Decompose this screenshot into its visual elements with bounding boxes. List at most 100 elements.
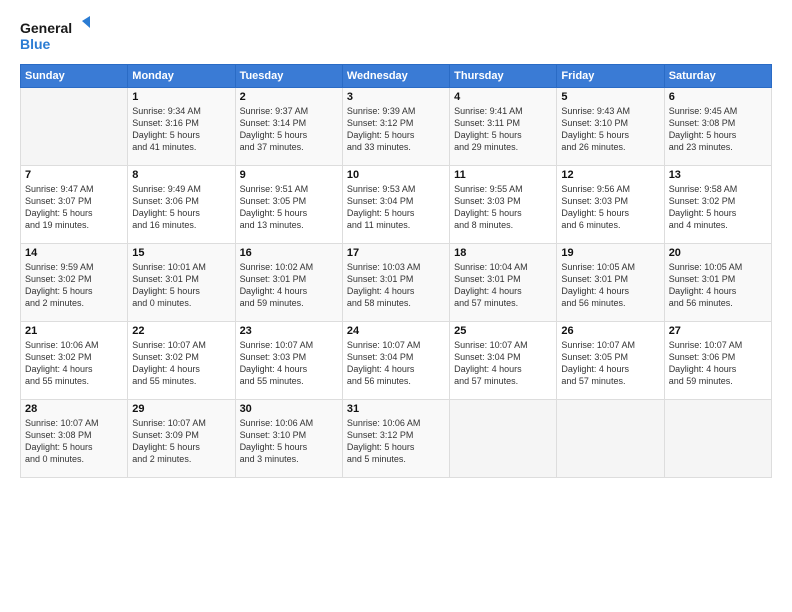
calendar-cell: 15Sunrise: 10:01 AM Sunset: 3:01 PM Dayl… [128,244,235,322]
day-number: 29 [132,403,230,415]
day-number: 23 [240,325,338,337]
cell-content: Sunrise: 10:07 AM Sunset: 3:09 PM Daylig… [132,417,230,466]
calendar-row: 14 Sunrise: 9:59 AM Sunset: 3:02 PM Dayli… [21,244,772,322]
cell-content: Sunrise: 9:43 AM Sunset: 3:10 PM Dayligh… [561,105,659,154]
calendar-cell: 28 Sunrise: 10:07 AM Sunset: 3:08 PM Dayl… [21,400,128,478]
calendar-cell: 5 Sunrise: 9:43 AM Sunset: 3:10 PM Daylig… [557,88,664,166]
cell-content: Sunrise: 10:04 AM Sunset: 3:01 PM Daylig… [454,261,552,310]
header: General Blue [20,16,772,56]
day-number: 19 [561,247,659,259]
header-day: Friday [557,65,664,88]
day-number: 26 [561,325,659,337]
day-number: 9 [240,169,338,181]
header-day: Thursday [450,65,557,88]
cell-content: Sunrise: 9:56 AM Sunset: 3:03 PM Dayligh… [561,183,659,232]
cell-content: Sunrise: 10:07 AM Sunset: 3:06 PM Daylig… [669,339,767,388]
day-number: 22 [132,325,230,337]
header-day: Saturday [664,65,771,88]
cell-content: Sunrise: 10:07 AM Sunset: 3:05 PM Daylig… [561,339,659,388]
cell-content: Sunrise: 9:41 AM Sunset: 3:11 PM Dayligh… [454,105,552,154]
page: General Blue SundayMondayTuesdayWednesda… [0,0,792,612]
day-number: 2 [240,91,338,103]
cell-content: Sunrise: 10:06 AM Sunset: 3:12 PM Daylig… [347,417,445,466]
day-number: 5 [561,91,659,103]
calendar-cell: 21Sunrise: 10:06 AM Sunset: 3:02 PM Dayl… [21,322,128,400]
cell-content: Sunrise: 10:07 AM Sunset: 3:04 PM Daylig… [454,339,552,388]
calendar-cell [450,400,557,478]
cell-content: Sunrise: 10:05 AM Sunset: 3:01 PM Daylig… [561,261,659,310]
calendar-cell: 14 Sunrise: 9:59 AM Sunset: 3:02 PM Dayli… [21,244,128,322]
header-day: Tuesday [235,65,342,88]
calendar-cell: 30Sunrise: 10:06 AM Sunset: 3:10 PM Dayl… [235,400,342,478]
calendar-cell: 24 Sunrise: 10:07 AM Sunset: 3:04 PM Dayl… [342,322,449,400]
calendar-row: 21Sunrise: 10:06 AM Sunset: 3:02 PM Dayl… [21,322,772,400]
calendar-cell: 10 Sunrise: 9:53 AM Sunset: 3:04 PM Dayli… [342,166,449,244]
logo: General Blue [20,16,90,56]
calendar-cell [664,400,771,478]
calendar-cell: 31 Sunrise: 10:06 AM Sunset: 3:12 PM Dayl… [342,400,449,478]
cell-content: Sunrise: 10:07 AM Sunset: 3:02 PM Daylig… [132,339,230,388]
header-day: Monday [128,65,235,88]
day-number: 21 [25,325,123,337]
day-number: 6 [669,91,767,103]
cell-content: Sunrise: 9:34 AM Sunset: 3:16 PM Dayligh… [132,105,230,154]
calendar-cell: 1 Sunrise: 9:34 AM Sunset: 3:16 PM Daylig… [128,88,235,166]
calendar-cell: 26 Sunrise: 10:07 AM Sunset: 3:05 PM Dayl… [557,322,664,400]
calendar-cell: 20Sunrise: 10:05 AM Sunset: 3:01 PM Dayl… [664,244,771,322]
day-number: 18 [454,247,552,259]
cell-content: Sunrise: 9:53 AM Sunset: 3:04 PM Dayligh… [347,183,445,232]
svg-text:Blue: Blue [20,36,51,52]
logo-svg: General Blue [20,16,90,56]
calendar-cell: 29 Sunrise: 10:07 AM Sunset: 3:09 PM Dayl… [128,400,235,478]
calendar-cell: 23 Sunrise: 10:07 AM Sunset: 3:03 PM Dayl… [235,322,342,400]
calendar-cell: 11Sunrise: 9:55 AM Sunset: 3:03 PM Dayli… [450,166,557,244]
day-number: 11 [454,169,552,181]
calendar-cell: 22 Sunrise: 10:07 AM Sunset: 3:02 PM Dayl… [128,322,235,400]
cell-content: Sunrise: 10:02 AM Sunset: 3:01 PM Daylig… [240,261,338,310]
day-number: 7 [25,169,123,181]
calendar-cell [557,400,664,478]
header-day: Wednesday [342,65,449,88]
day-number: 14 [25,247,123,259]
day-number: 13 [669,169,767,181]
day-number: 24 [347,325,445,337]
cell-content: Sunrise: 9:58 AM Sunset: 3:02 PM Dayligh… [669,183,767,232]
day-number: 10 [347,169,445,181]
calendar-cell: 18 Sunrise: 10:04 AM Sunset: 3:01 PM Dayl… [450,244,557,322]
cell-content: Sunrise: 10:07 AM Sunset: 3:04 PM Daylig… [347,339,445,388]
calendar-cell: 17 Sunrise: 10:03 AM Sunset: 3:01 PM Dayl… [342,244,449,322]
calendar-cell: 13 Sunrise: 9:58 AM Sunset: 3:02 PM Dayli… [664,166,771,244]
calendar-table: SundayMondayTuesdayWednesdayThursdayFrid… [20,64,772,478]
day-number: 17 [347,247,445,259]
cell-content: Sunrise: 9:45 AM Sunset: 3:08 PM Dayligh… [669,105,767,154]
cell-content: Sunrise: 9:47 AM Sunset: 3:07 PM Dayligh… [25,183,123,232]
calendar-row: 7 Sunrise: 9:47 AM Sunset: 3:07 PM Daylig… [21,166,772,244]
calendar-cell: 6 Sunrise: 9:45 AM Sunset: 3:08 PM Daylig… [664,88,771,166]
day-number: 28 [25,403,123,415]
cell-content: Sunrise: 10:03 AM Sunset: 3:01 PM Daylig… [347,261,445,310]
cell-content: Sunrise: 9:37 AM Sunset: 3:14 PM Dayligh… [240,105,338,154]
cell-content: Sunrise: 9:59 AM Sunset: 3:02 PM Dayligh… [25,261,123,310]
cell-content: Sunrise: 9:39 AM Sunset: 3:12 PM Dayligh… [347,105,445,154]
day-number: 15 [132,247,230,259]
calendar-cell: 27 Sunrise: 10:07 AM Sunset: 3:06 PM Dayl… [664,322,771,400]
calendar-cell: 19 Sunrise: 10:05 AM Sunset: 3:01 PM Dayl… [557,244,664,322]
calendar-cell: 2 Sunrise: 9:37 AM Sunset: 3:14 PM Daylig… [235,88,342,166]
cell-content: Sunrise: 10:07 AM Sunset: 3:08 PM Daylig… [25,417,123,466]
calendar-header: SundayMondayTuesdayWednesdayThursdayFrid… [21,65,772,88]
day-number: 27 [669,325,767,337]
calendar-row: 1 Sunrise: 9:34 AM Sunset: 3:16 PM Daylig… [21,88,772,166]
day-number: 31 [347,403,445,415]
day-number: 1 [132,91,230,103]
calendar-cell: 25Sunrise: 10:07 AM Sunset: 3:04 PM Dayl… [450,322,557,400]
svg-text:General: General [20,20,72,36]
calendar-cell: 3Sunrise: 9:39 AM Sunset: 3:12 PM Daylig… [342,88,449,166]
cell-content: Sunrise: 9:49 AM Sunset: 3:06 PM Dayligh… [132,183,230,232]
cell-content: Sunrise: 10:06 AM Sunset: 3:10 PM Daylig… [240,417,338,466]
day-number: 12 [561,169,659,181]
cell-content: Sunrise: 10:07 AM Sunset: 3:03 PM Daylig… [240,339,338,388]
cell-content: Sunrise: 9:51 AM Sunset: 3:05 PM Dayligh… [240,183,338,232]
cell-content: Sunrise: 10:05 AM Sunset: 3:01 PM Daylig… [669,261,767,310]
calendar-cell: 12 Sunrise: 9:56 AM Sunset: 3:03 PM Dayli… [557,166,664,244]
header-row: SundayMondayTuesdayWednesdayThursdayFrid… [21,65,772,88]
